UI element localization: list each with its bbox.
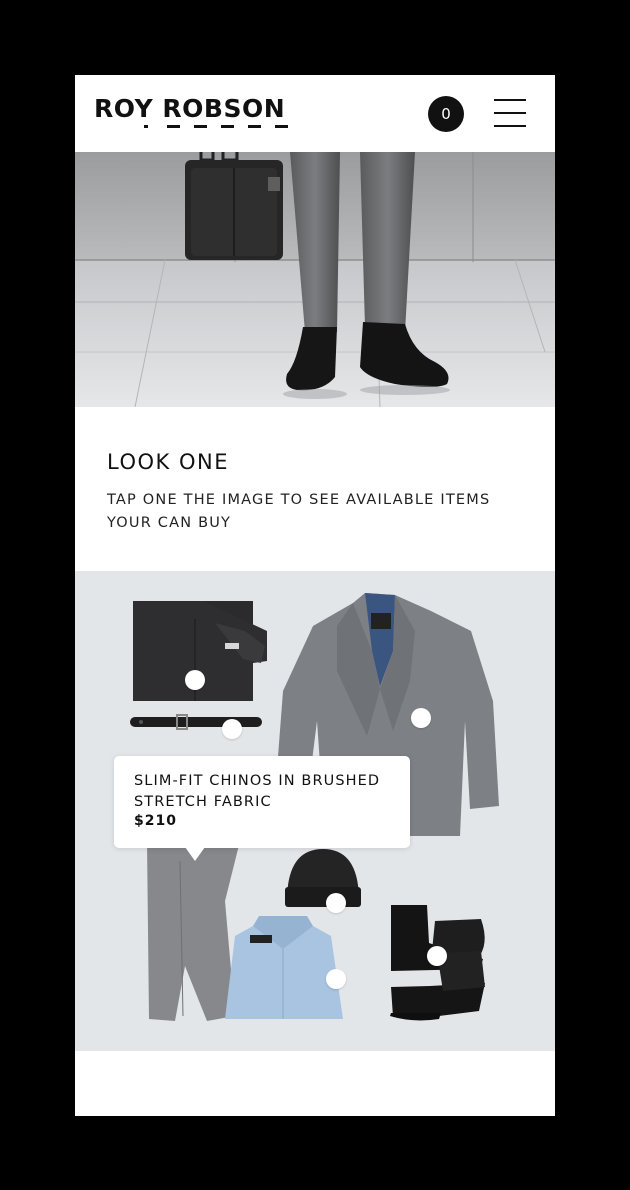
site-header: ROY ROBSON 0 — [75, 75, 555, 152]
hero-image — [75, 152, 555, 407]
cart-count: 0 — [441, 105, 451, 123]
hotspot-beanie[interactable] — [326, 893, 346, 913]
logo-dash-line — [144, 125, 288, 128]
brand-name: ROY ROBSON — [94, 94, 286, 123]
hotspot-sweater[interactable] — [185, 670, 205, 690]
outfit-flatlay[interactable]: SLIM-FIT CHINOS IN BRUSHED STRETCH FABRI… — [75, 571, 555, 1051]
belt-illustration — [130, 714, 262, 730]
hamburger-menu-icon[interactable] — [494, 99, 526, 127]
product-tooltip[interactable]: SLIM-FIT CHINOS IN BRUSHED STRETCH FABRI… — [114, 756, 410, 861]
product-name: SLIM-FIT CHINOS IN BRUSHED STRETCH FABRI… — [134, 773, 381, 810]
look-section: LOOK ONE TAP ONE THE IMAGE TO SEE AVAILA… — [75, 407, 555, 571]
page-bottom-spacer — [75, 1051, 555, 1116]
hotspot-blazer[interactable] — [411, 708, 431, 728]
hotspot-boots[interactable] — [427, 946, 447, 966]
hotspot-shirt[interactable] — [326, 969, 346, 989]
look-instructions: TAP ONE THE IMAGE TO SEE AVAILABLE ITEMS… — [107, 492, 491, 531]
hero-photo-illustration — [75, 152, 555, 407]
hotspot-belt[interactable] — [222, 719, 242, 739]
brand-logo[interactable]: ROY ROBSON — [94, 95, 304, 135]
look-title: LOOK ONE — [107, 450, 229, 474]
phone-screen: ROY ROBSON 0 LOOK ONE TAP ONE THE IMAGE … — [75, 75, 555, 1116]
cart-button[interactable]: 0 — [428, 96, 464, 132]
product-price: $210 — [134, 813, 177, 829]
